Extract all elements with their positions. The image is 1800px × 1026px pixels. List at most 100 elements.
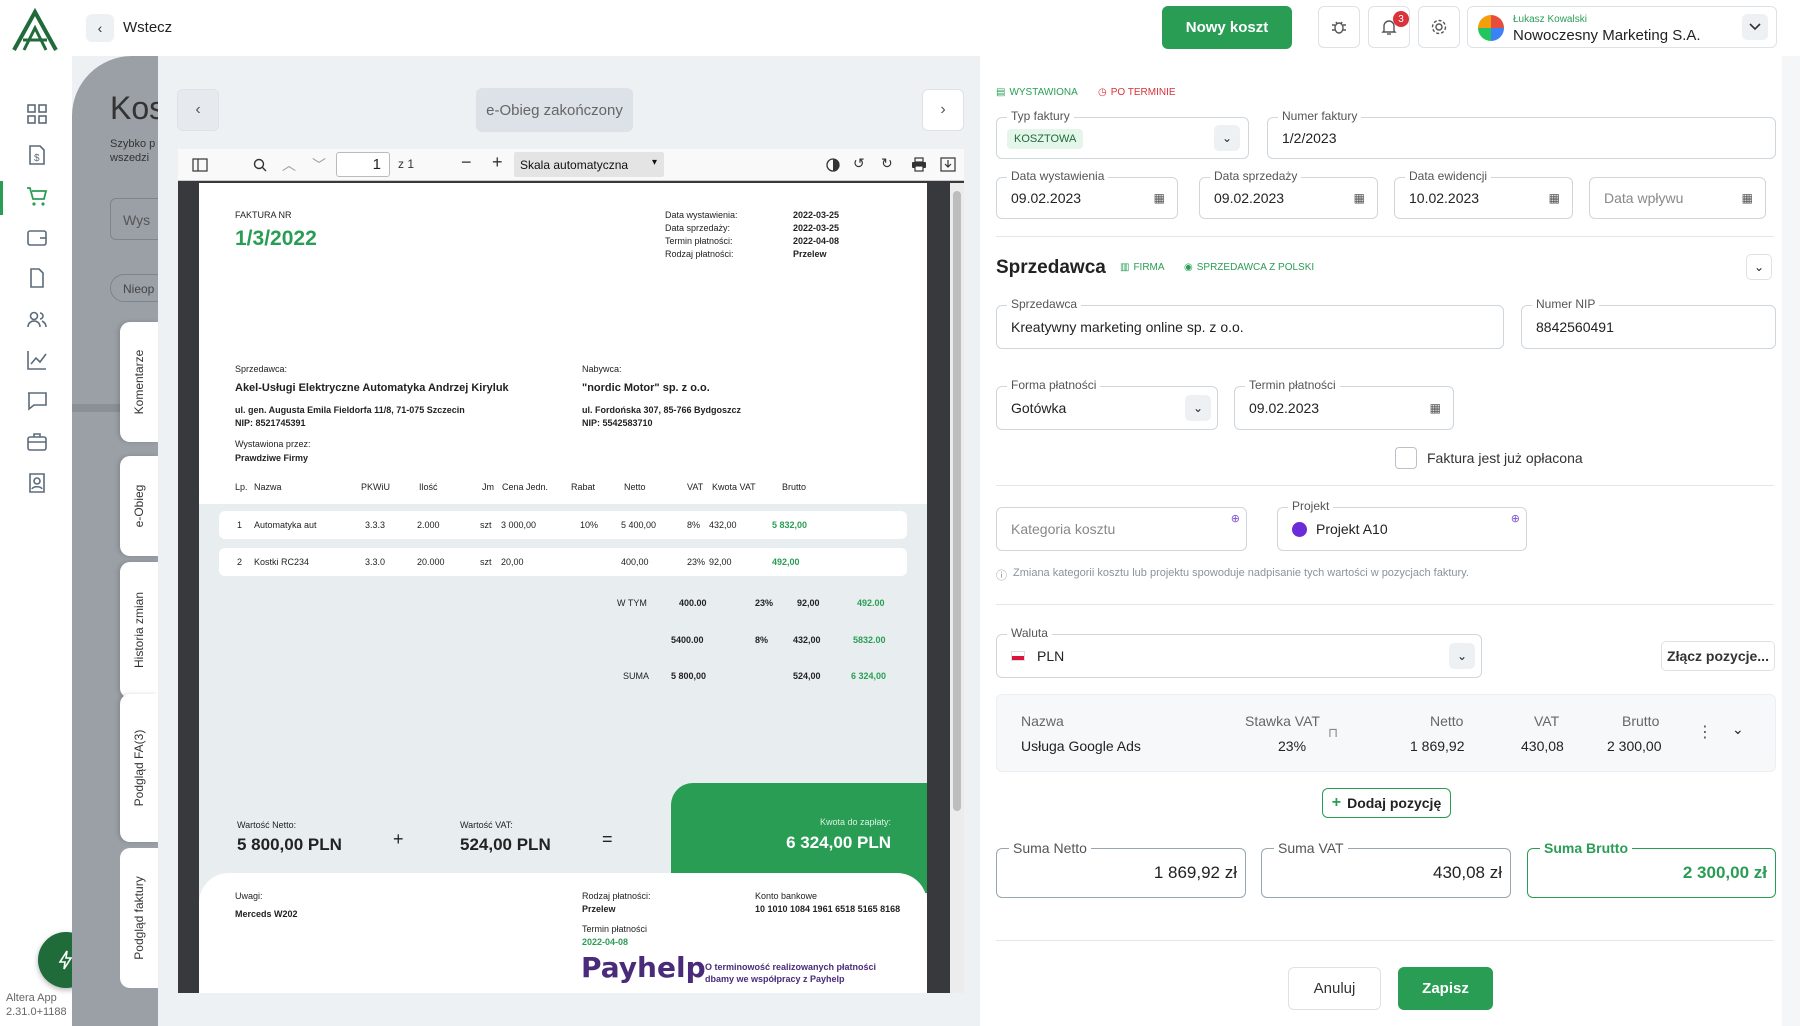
new-cost-button[interactable]: Nowy koszt [1162,6,1292,49]
pdf-scroll-thumb[interactable] [953,191,961,811]
finance-icon[interactable]: $ [26,144,48,166]
expand-item-icon[interactable]: ⌄ [1732,721,1744,738]
payhelp-text: O terminowość realizowanych płatności [705,962,877,972]
chevron-down-icon[interactable]: ⌄ [1214,125,1240,151]
company-dropdown-button[interactable] [1742,14,1768,40]
sum-vat-field: Suma VAT 430,08 zł [1261,840,1511,898]
sidebar-toggle-icon[interactable] [192,158,208,172]
chevron-down-icon[interactable]: ⌄ [1185,395,1211,421]
meta-value-2: 2022-03-25 [793,223,840,233]
back-button[interactable]: ‹ [86,14,114,42]
save-button[interactable]: Zapisz [1398,967,1493,1010]
wtym-label: W TYM [617,598,647,608]
item-brutto: 2 300,00 [1607,738,1662,754]
chart-icon[interactable] [26,349,48,371]
payment-term-input[interactable]: Termin płatności 09.02.2023 ▦ [1234,378,1454,430]
calendar-icon[interactable]: ▦ [1354,191,1365,205]
settings-button[interactable] [1418,6,1460,48]
wallet-icon[interactable] [26,226,48,248]
payment-form-select[interactable]: Forma płatności Gotówka ⌄ [996,378,1218,430]
meta-label-2: Data sprzedaży: [665,223,731,233]
add-item-button[interactable]: + Dodaj pozycję [1322,788,1451,818]
calendar-icon[interactable]: ▦ [1430,401,1441,415]
contrast-icon[interactable] [826,158,840,172]
tab-fa3-preview[interactable]: Podgląd FA(3) [120,694,158,842]
paid-checkbox-label[interactable]: Faktura jest już opłacona [1427,450,1583,466]
cost-category-input[interactable]: Kategoria kosztu ⊕ [996,507,1247,551]
items-header-bg [199,468,927,504]
gear-icon [1431,19,1447,35]
invoice-number-input[interactable]: Numer faktury 1/2/2023 [1267,109,1776,159]
tab-comments[interactable]: Komentarze [120,322,158,442]
chevron-down-icon[interactable]: ⌄ [1449,643,1475,669]
tab-invoice-preview[interactable]: Podgląd faktury [120,848,158,988]
chevron-down-icon[interactable]: ﹀ [312,155,326,175]
tab-change-history[interactable]: Historia zmian [120,562,158,698]
paid-checkbox[interactable] [1395,447,1417,469]
next-document-button[interactable]: › [922,89,964,131]
ai-suggest-icon[interactable]: ⊕ [1231,512,1240,525]
tab-e-obieg[interactable]: e-Obieg [120,456,158,556]
prev-document-button[interactable]: ‹ [177,89,219,131]
zoom-out-icon[interactable]: − [461,152,472,173]
sale-date-input[interactable]: Data sprzedaży 09.02.2023 ▦ [1199,169,1378,219]
pdf-scrollbar[interactable] [950,183,964,993]
cancel-button[interactable]: Anuluj [1288,967,1381,1010]
item-cell: 2 [237,557,243,567]
invoice-type-select[interactable]: Typ faktury KOSZTOWA ⌄ [996,109,1249,159]
notifications-button[interactable]: 3 [1368,6,1410,48]
seller-name-input[interactable]: Sprzedawca Kreatywny marketing online sp.… [996,297,1504,349]
company-switcher[interactable]: Łukasz Kowalski Nowoczesny Marketing S.A… [1467,6,1777,48]
chevron-left-icon: ‹ [195,101,201,118]
chat-icon[interactable] [26,390,48,412]
form-scrollbar[interactable] [1782,56,1800,1026]
company-logo-icon [1478,15,1504,41]
collapse-seller-button[interactable]: ⌄ [1746,254,1772,280]
inflow-date-input[interactable]: Data wpływu ▦ [1589,177,1766,219]
cart-icon[interactable] [26,185,48,207]
chevron-up-icon[interactable]: ︿ [282,155,296,175]
seller-section-title: Sprzedawca [996,257,1106,278]
bug-report-button[interactable] [1318,6,1360,48]
issue-date-input[interactable]: Data wystawienia 09.02.2023 ▦ [996,169,1178,219]
merge-items-button[interactable]: Złącz pozycje... [1661,641,1775,671]
rotate-cw-icon[interactable]: ↻ [881,155,893,172]
app-logo[interactable] [10,8,60,52]
chevron-down-icon [1749,23,1761,31]
zoom-select[interactable]: Skala automatyczna ▾ [514,152,664,177]
chevron-down-icon: ⌄ [1753,260,1765,274]
dashboard-icon[interactable] [26,103,48,125]
document-icon[interactable] [26,267,48,289]
calendar-icon[interactable]: ▦ [1154,191,1165,205]
briefcase-icon[interactable] [26,431,48,453]
item-row[interactable]: Nazwa Stawka VAT Netto VAT Brutto Usługa… [996,694,1776,772]
sum1-netto: 400.00 [679,598,707,608]
page-number-input[interactable]: 1 [336,152,390,177]
invoice-title-label: FAKTURA NR [235,210,292,220]
lock-icon[interactable]: ⊓ [1328,725,1338,741]
rotate-ccw-icon[interactable]: ↺ [853,155,865,172]
record-date-input[interactable]: Data ewidencji 10.02.2023 ▦ [1394,169,1573,219]
item-cell: Automatyka aut [254,520,317,530]
back-label[interactable]: Wstecz [123,19,172,36]
download-icon[interactable] [940,157,956,172]
company-user-name: Łukasz Kowalski [1513,14,1587,25]
zoom-in-icon[interactable]: + [492,152,503,173]
users-icon[interactable] [26,308,48,330]
contact-icon[interactable] [26,472,48,494]
ai-suggest-icon[interactable]: ⊕ [1511,512,1520,525]
more-options-icon[interactable]: ⋮ [1697,722,1713,742]
items-header-cell: Rabat [571,482,596,492]
calendar-icon[interactable]: ▦ [1742,191,1753,205]
notification-count-badge: 3 [1393,11,1409,27]
meta-value-4: Przelew [793,249,827,259]
search-icon[interactable] [253,158,267,172]
seller-nip-input[interactable]: Numer NIP 8842560491 [1521,297,1776,349]
project-select[interactable]: Projekt Projekt A10 ⊕ [1277,499,1527,551]
seller-name: Akel-Usługi Elektryczne Automatyka Andrz… [235,382,509,394]
invoice-type-chip: KOSZTOWA [1007,129,1084,149]
print-icon[interactable] [911,157,927,172]
currency-select[interactable]: Waluta PLN ⌄ [996,626,1482,678]
calendar-icon[interactable]: ▦ [1549,191,1560,205]
sum-brutto-field: Suma Brutto 2 300,00 zł [1527,840,1776,898]
